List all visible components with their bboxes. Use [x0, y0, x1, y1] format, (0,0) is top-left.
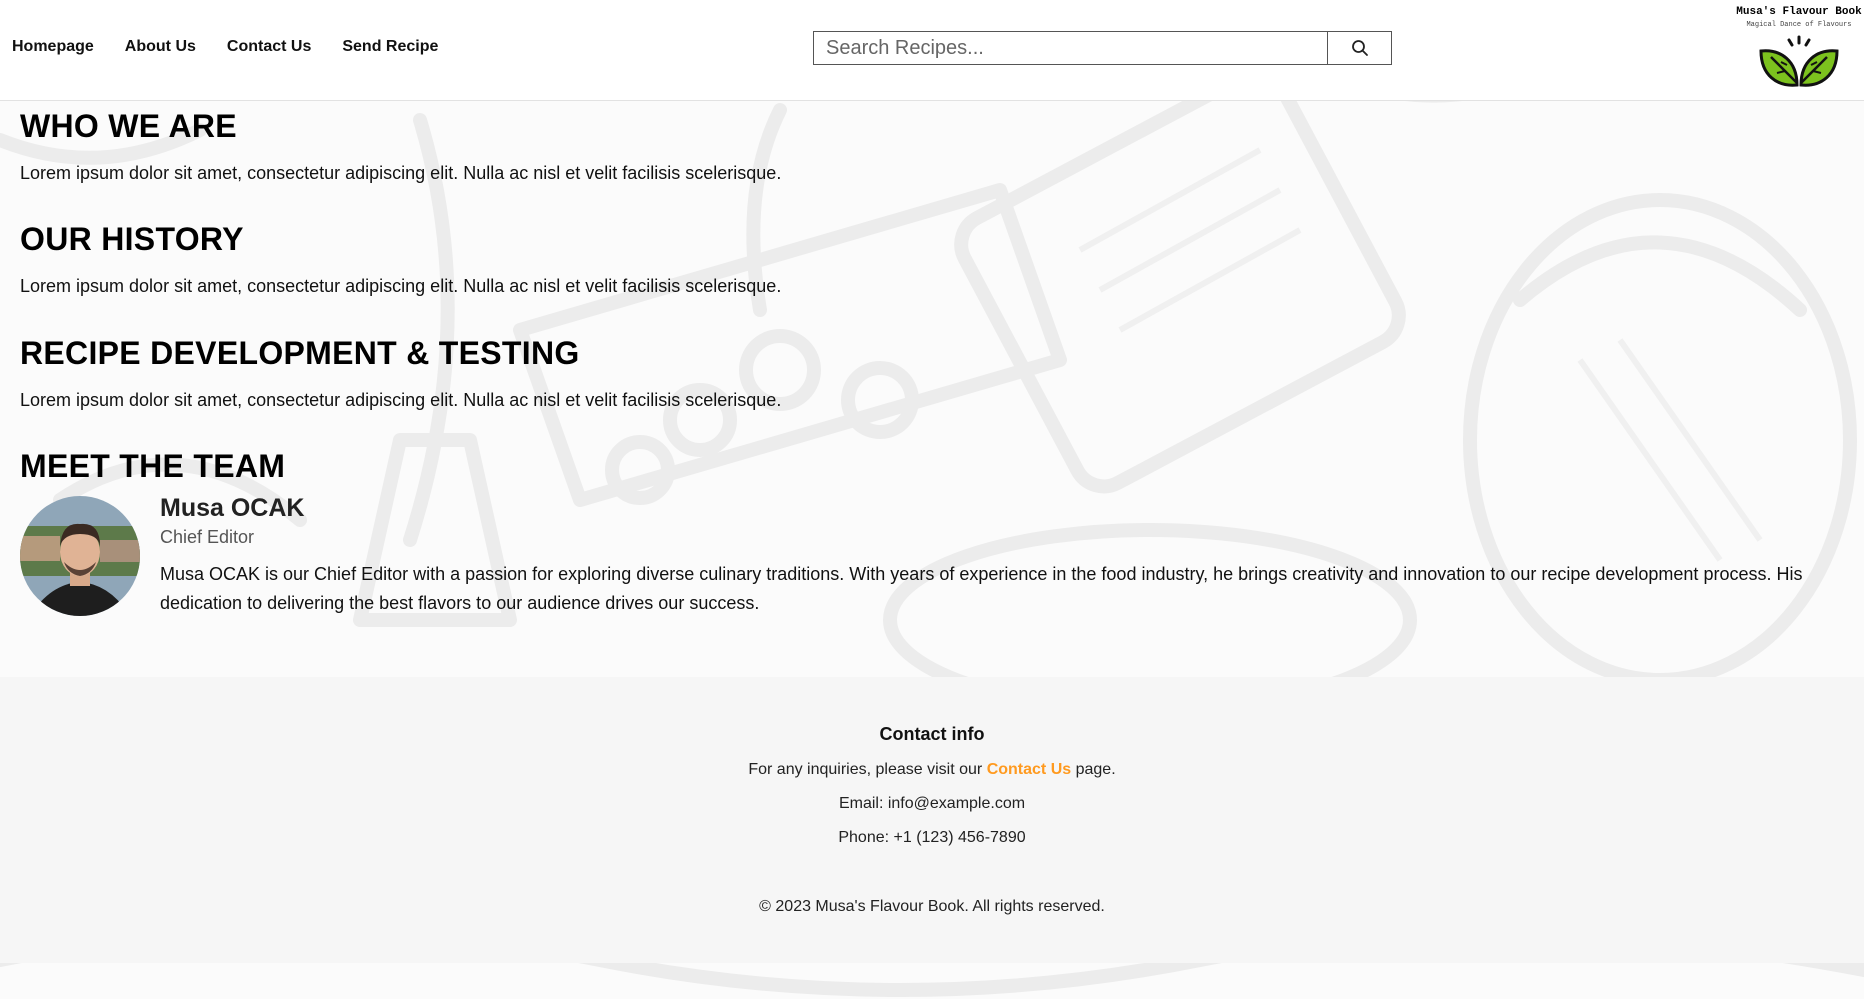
site-header: Homepage About Us Contact Us Send Recipe…: [0, 0, 1864, 101]
section-recipe-development: RECIPE DEVELOPMENT & TESTING Lorem ipsum…: [20, 335, 781, 411]
nav-about-link[interactable]: About Us: [125, 38, 196, 56]
section-our-history: OUR HISTORY Lorem ipsum dolor sit amet, …: [20, 221, 781, 297]
section-heading: OUR HISTORY: [20, 221, 244, 257]
footer-copyright: © 2023 Musa's Flavour Book. All rights r…: [759, 898, 1105, 915]
brand-logo[interactable]: Musa's Flavour Book Magical Dance of Fla…: [1734, 6, 1864, 89]
section-meet-the-team: MEET THE TEAM: [20, 448, 285, 485]
footer-phone: Phone: +1 (123) 456-7890: [838, 829, 1026, 846]
brand-title: Musa's Flavour Book: [1736, 6, 1862, 18]
footer-inquiry: For any inquiries, please visit our Cont…: [0, 761, 1864, 779]
section-heading: RECIPE DEVELOPMENT & TESTING: [20, 335, 580, 371]
avatar: [20, 496, 140, 616]
footer-contact-link[interactable]: Contact Us: [987, 761, 1071, 778]
brand-tagline: Magical Dance of Flavours: [1746, 21, 1852, 29]
search-bar: [813, 31, 1392, 65]
member-photo: [20, 496, 140, 616]
footer-heading: Contact info: [879, 724, 985, 744]
member-role: Chief Editor: [160, 527, 255, 547]
search-icon: [1351, 40, 1368, 56]
section-body: Lorem ipsum dolor sit amet, consectetur …: [20, 276, 782, 296]
section-who-we-are: WHO WE ARE Lorem ipsum dolor sit amet, c…: [20, 108, 781, 184]
section-body: Lorem ipsum dolor sit amet, consectetur …: [20, 390, 782, 410]
nav-homepage-link[interactable]: Homepage: [12, 38, 94, 56]
inquiry-prefix: For any inquiries, please visit our: [748, 761, 983, 778]
inquiry-suffix: page.: [1075, 761, 1116, 778]
section-heading: WHO WE ARE: [20, 108, 237, 144]
leaf-logo-icon: [1759, 35, 1839, 87]
section-heading: MEET THE TEAM: [20, 448, 286, 484]
footer-email: Email: info@example.com: [838, 795, 1026, 812]
search-button[interactable]: [1327, 31, 1392, 65]
member-name: Musa OCAK: [160, 494, 305, 522]
main-nav: Homepage About Us Contact Us Send Recipe: [12, 38, 469, 56]
site-footer: Contact info For any inquiries, please v…: [0, 677, 1864, 963]
nav-contact-link[interactable]: Contact Us: [227, 38, 311, 56]
member-bio: Musa OCAK is our Chief Editor with a pas…: [160, 564, 1803, 613]
nav-send-recipe-link[interactable]: Send Recipe: [342, 38, 438, 56]
search-input[interactable]: [813, 31, 1327, 65]
section-body: Lorem ipsum dolor sit amet, consectetur …: [20, 163, 782, 183]
